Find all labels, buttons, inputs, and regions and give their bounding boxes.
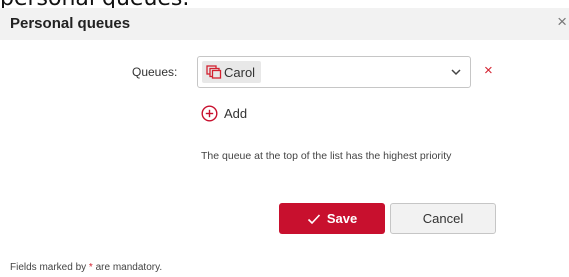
add-label: Add: [224, 105, 248, 121]
save-label: Save: [326, 211, 358, 226]
checkmark-icon: [307, 213, 320, 224]
close-icon[interactable]: ×: [553, 12, 567, 32]
cancel-label: Cancel: [422, 211, 464, 226]
priority-hint: The queue at the top of the list has the…: [201, 150, 452, 162]
queue-chip-label: Carol: [224, 64, 256, 80]
plus-circle-icon: [201, 104, 218, 122]
mandatory-note-prefix: Fields marked by: [10, 262, 89, 273]
queue-stack-icon: [206, 65, 222, 79]
remove-queue-icon[interactable]: ×: [484, 62, 500, 80]
mandatory-note-suffix: are mandatory.: [92, 262, 163, 273]
add-queue-button[interactable]: Add: [201, 102, 247, 124]
chevron-down-icon[interactable]: [450, 66, 462, 78]
mandatory-note: Fields marked by * are mandatory.: [10, 262, 162, 273]
dialog-title: Personal queues: [10, 15, 131, 32]
cancel-button[interactable]: Cancel: [390, 203, 496, 234]
dialog-title-bar: Personal queues ×: [0, 8, 569, 40]
queues-select[interactable]: Carol: [197, 56, 471, 88]
background-heading: personal queues.: [0, 0, 300, 8]
queues-label: Queues:: [132, 65, 178, 79]
save-button[interactable]: Save: [279, 203, 385, 234]
queue-chip[interactable]: Carol: [202, 61, 262, 83]
